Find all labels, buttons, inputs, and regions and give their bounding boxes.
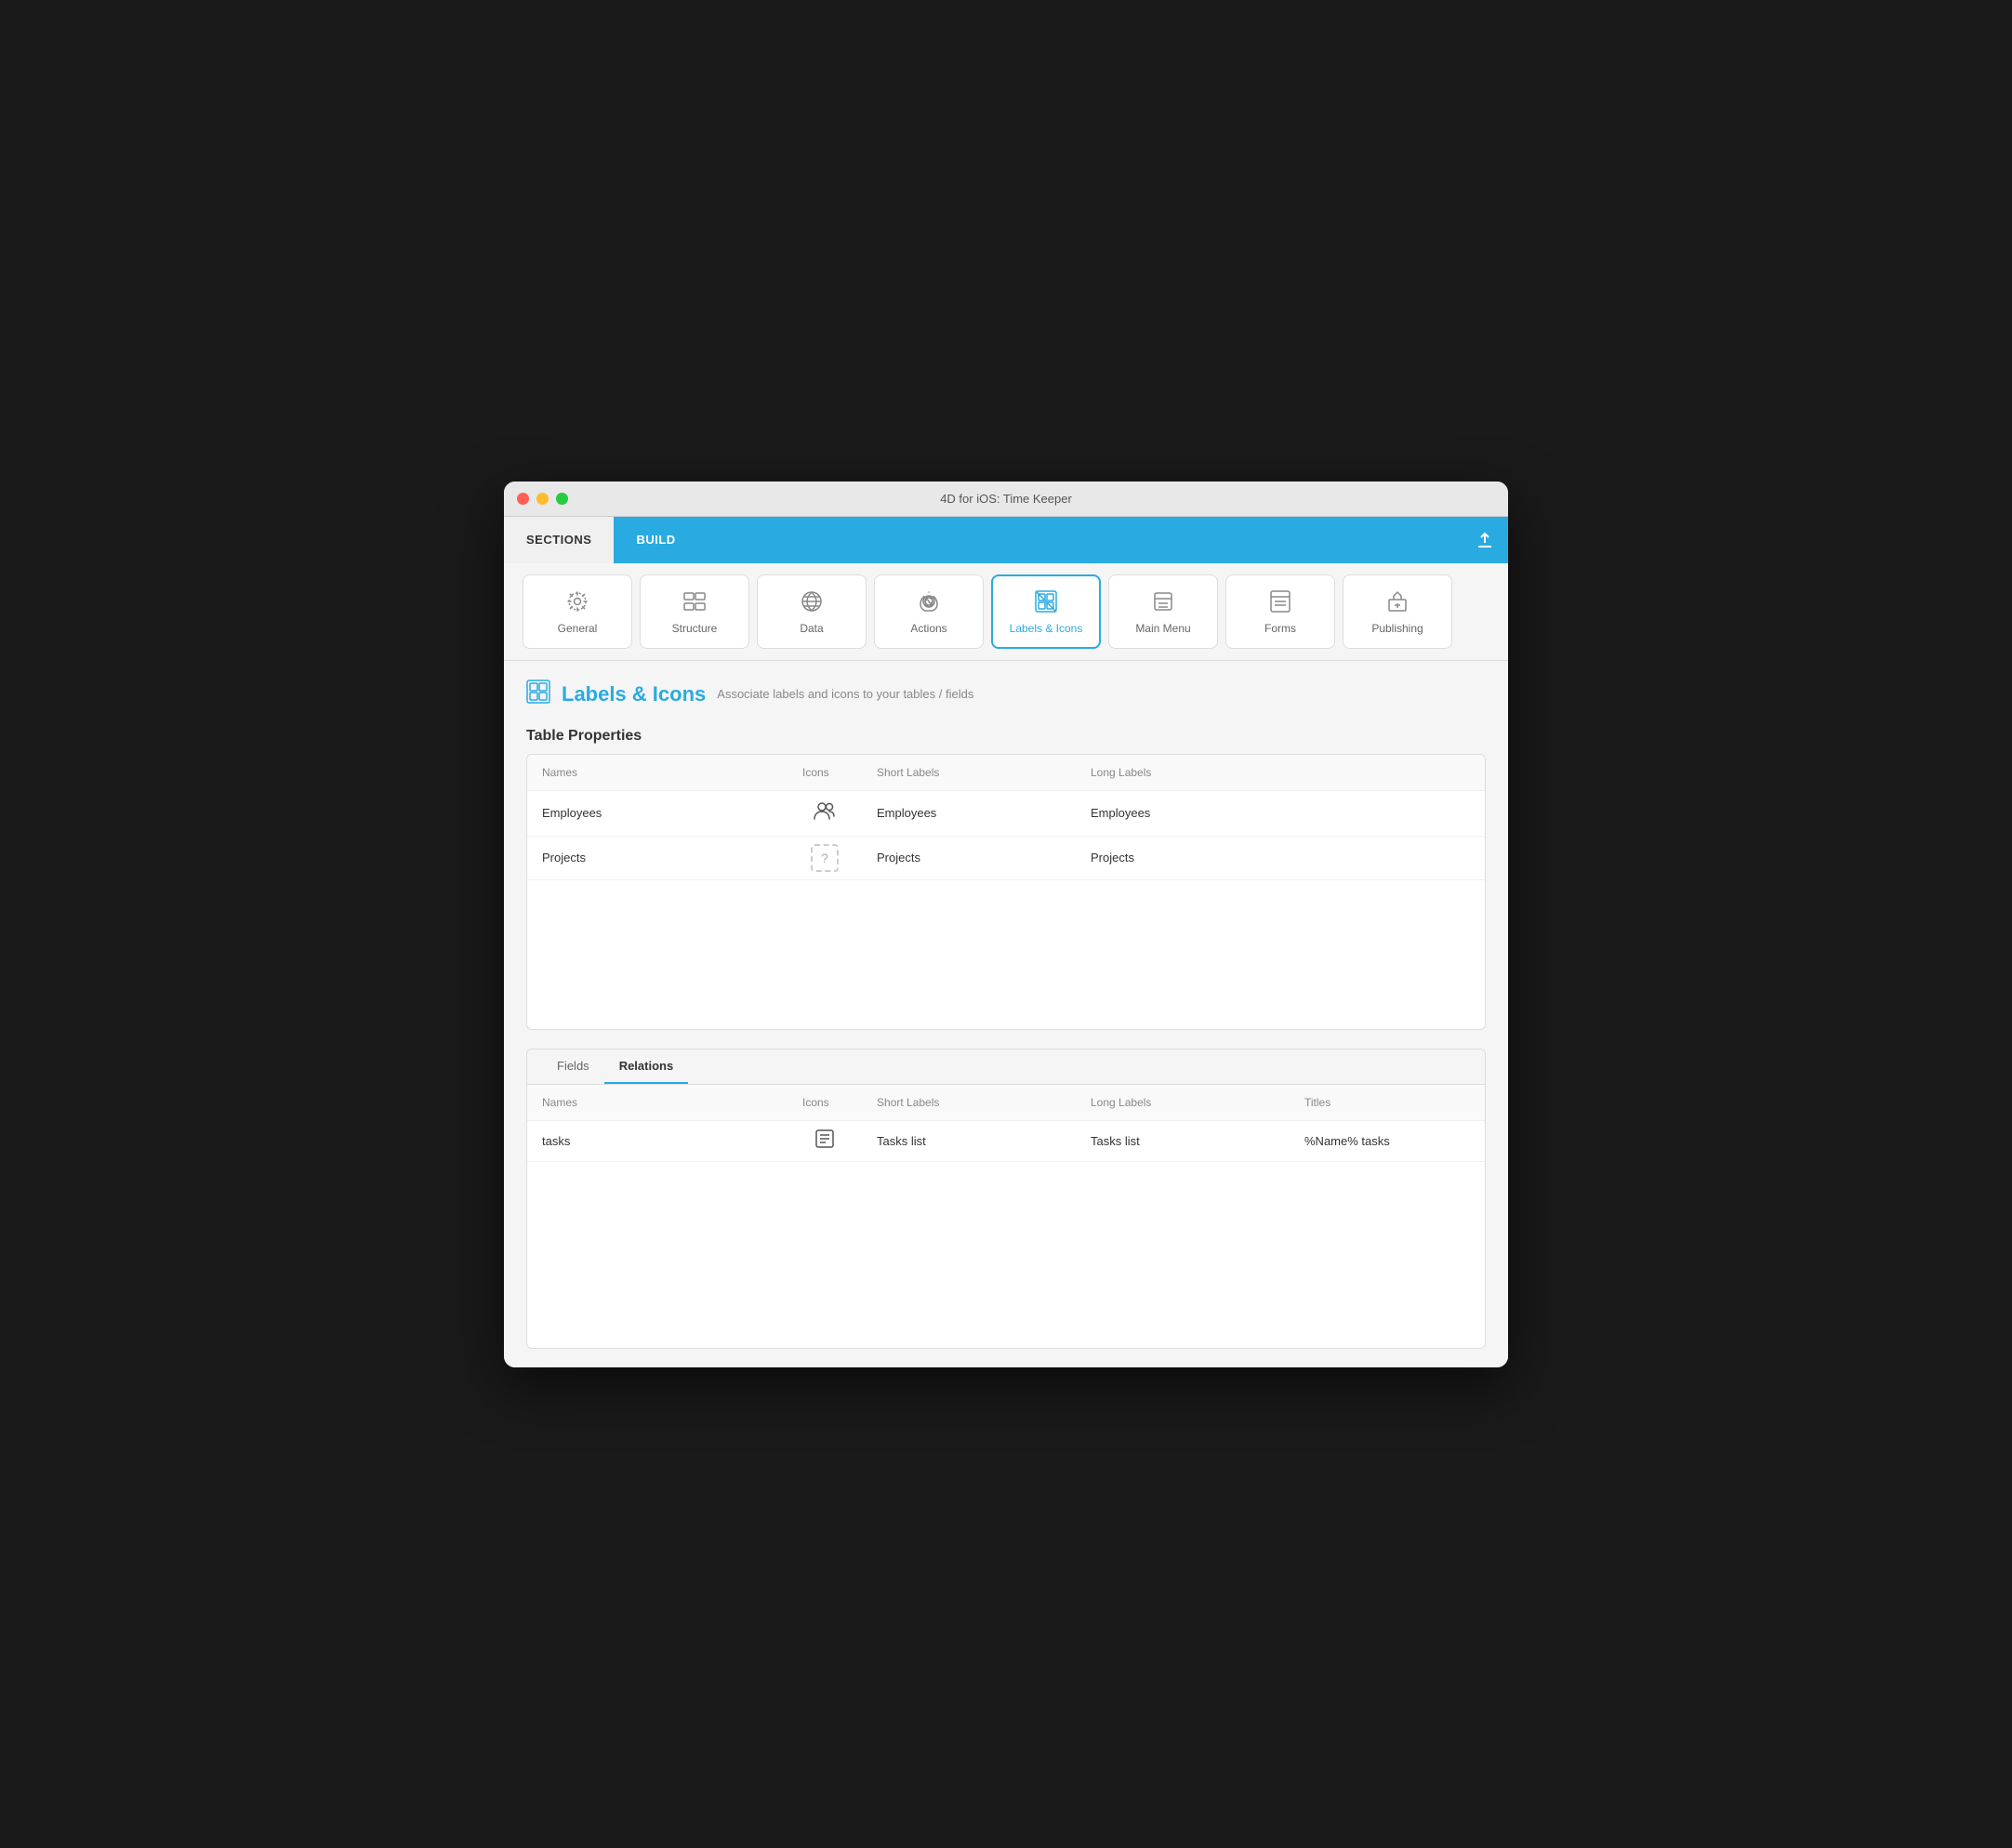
maximize-button[interactable] <box>556 493 568 505</box>
row-icon <box>788 791 862 836</box>
row-short-label: Employees <box>862 799 1076 827</box>
tabs-container: Fields Relations <box>527 1049 1485 1085</box>
fr-col-titles: Titles <box>1290 1092 1476 1113</box>
fr-row-short: Tasks list <box>862 1127 1076 1155</box>
forms-label: Forms <box>1264 622 1296 635</box>
col-header-icons: Icons <box>788 762 862 783</box>
close-button[interactable] <box>517 493 529 505</box>
col-header-short: Short Labels <box>862 762 1076 783</box>
main-menu-label: Main Menu <box>1135 622 1190 635</box>
table-row[interactable]: tasks Tasks list Tasks list <box>527 1121 1485 1162</box>
employees-icon <box>813 799 837 828</box>
structure-label: Structure <box>672 622 718 635</box>
general-label: General <box>558 622 598 635</box>
row-name: Employees <box>527 799 788 827</box>
page-header: Labels & Icons Associate labels and icon… <box>526 680 1486 709</box>
fr-col-names: Names <box>527 1092 788 1113</box>
tab-relations[interactable]: Relations <box>604 1049 689 1084</box>
build-tab[interactable]: BUILD <box>614 517 697 563</box>
row-extra <box>1290 851 1485 865</box>
labels-icons-label: Labels & Icons <box>1010 622 1083 635</box>
minimize-button[interactable] <box>536 493 549 505</box>
toolbar: General Structure Data <box>504 563 1508 661</box>
col-header-extra <box>1290 762 1485 783</box>
row-extra <box>1290 806 1485 821</box>
fr-row-title: %Name% tasks <box>1290 1127 1476 1155</box>
tabs-row: Fields Relations <box>542 1049 1470 1084</box>
tab-fields[interactable]: Fields <box>542 1049 604 1084</box>
row-short-label: Projects <box>862 843 1076 872</box>
row-long-label: Employees <box>1076 799 1290 827</box>
fr-row-long: Tasks list <box>1076 1127 1290 1155</box>
fr-col-short: Short Labels <box>862 1092 1076 1113</box>
fields-relations-section: Fields Relations Names Icons Short Label… <box>526 1049 1486 1349</box>
toolbar-structure[interactable]: Structure <box>640 574 749 649</box>
toolbar-publishing[interactable]: Publishing <box>1343 574 1452 649</box>
table-properties-body: Employees Employees Employees <box>527 791 1485 1029</box>
titlebar: 4D for iOS: Time Keeper <box>504 482 1508 517</box>
table-properties-container: Names Icons Short Labels Long Labels Emp… <box>526 754 1486 1030</box>
main-content: Labels & Icons Associate labels and icon… <box>504 661 1508 1367</box>
traffic-lights <box>517 493 568 505</box>
list-icon <box>814 1129 835 1154</box>
fields-table-body: tasks Tasks list Tasks list <box>527 1121 1485 1348</box>
col-header-long: Long Labels <box>1076 762 1290 783</box>
page-icon <box>526 680 550 709</box>
upload-button[interactable] <box>1462 517 1508 563</box>
fields-table-header: Names Icons Short Labels Long Labels Tit… <box>527 1085 1485 1121</box>
app-window: 4D for iOS: Time Keeper SECTIONS BUILD G… <box>504 482 1508 1367</box>
fr-col-long: Long Labels <box>1076 1092 1290 1113</box>
table-properties-title: Table Properties <box>526 728 1486 745</box>
placeholder-icon: ? <box>811 844 839 872</box>
col-header-names: Names <box>527 762 788 783</box>
publishing-label: Publishing <box>1371 622 1423 635</box>
actions-label: Actions <box>910 622 946 635</box>
toolbar-actions[interactable]: Actions <box>874 574 984 649</box>
header-nav: SECTIONS BUILD <box>504 517 1508 563</box>
fr-row-icon <box>788 1121 862 1161</box>
table-row[interactable]: Projects ? Projects Projects <box>527 837 1485 880</box>
fr-row-name: tasks <box>527 1127 788 1155</box>
table-row[interactable]: Employees Employees Employees <box>527 791 1485 837</box>
page-subtitle: Associate labels and icons to your table… <box>717 687 973 701</box>
toolbar-general[interactable]: General <box>523 574 632 649</box>
toolbar-main-menu[interactable]: Main Menu <box>1108 574 1218 649</box>
toolbar-data[interactable]: Data <box>757 574 867 649</box>
data-label: Data <box>800 622 823 635</box>
row-icon: ? <box>788 837 862 879</box>
sections-tab[interactable]: SECTIONS <box>504 517 614 563</box>
toolbar-forms[interactable]: Forms <box>1225 574 1335 649</box>
page-title: Labels & Icons <box>562 682 706 706</box>
row-long-label: Projects <box>1076 843 1290 872</box>
table-properties-header: Names Icons Short Labels Long Labels <box>527 755 1485 791</box>
toolbar-labels-icons[interactable]: Labels & Icons <box>991 574 1101 649</box>
fr-col-icons: Icons <box>788 1092 862 1113</box>
window-title: 4D for iOS: Time Keeper <box>940 492 1072 506</box>
row-name: Projects <box>527 843 788 872</box>
empty-area <box>527 880 1485 1029</box>
fr-empty-area <box>527 1162 1485 1348</box>
